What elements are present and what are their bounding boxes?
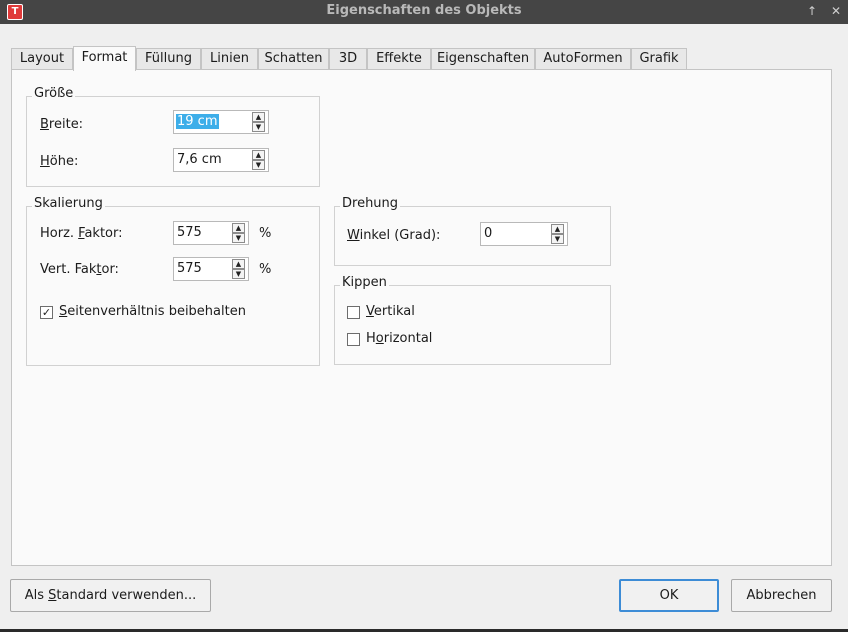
width-spinbox[interactable]: 19 cm ▲ ▼: [173, 110, 269, 134]
size-group-title: Größe: [32, 86, 76, 101]
format-panel: Größe Breite: 19 cm ▲ ▼ Höhe: 7,6 cm ▲ ▼…: [11, 69, 832, 566]
flip-vertical-label[interactable]: Vertikal: [366, 304, 415, 319]
horz-factor-unit: %: [259, 226, 272, 241]
close-icon[interactable]: ✕: [828, 3, 844, 19]
angle-spinbox[interactable]: 0 ▲ ▼: [480, 222, 568, 246]
tab-3d[interactable]: 3D: [329, 48, 367, 70]
rotation-group-title: Drehung: [340, 196, 401, 211]
width-label: Breite:: [40, 117, 84, 132]
horz-factor-decrement-icon[interactable]: ▼: [232, 233, 245, 243]
width-increment-icon[interactable]: ▲: [252, 112, 265, 122]
angle-increment-icon[interactable]: ▲: [551, 224, 564, 234]
tab-schatten[interactable]: Schatten: [258, 48, 329, 70]
angle-value: 0: [484, 226, 493, 241]
scaling-group-title: Skalierung: [32, 196, 105, 211]
angle-label: Winkel (Grad):: [347, 228, 441, 243]
ok-button[interactable]: OK: [619, 579, 719, 612]
keep-above-icon[interactable]: ↑: [804, 3, 820, 19]
vert-factor-increment-icon[interactable]: ▲: [232, 259, 245, 269]
flip-vertical-checkbox[interactable]: [347, 306, 360, 319]
vert-factor-label: Vert. Faktor:: [40, 262, 119, 277]
angle-decrement-icon[interactable]: ▼: [551, 234, 564, 244]
height-decrement-icon[interactable]: ▼: [252, 160, 265, 170]
width-value: 19 cm: [176, 114, 219, 129]
vert-factor-decrement-icon[interactable]: ▼: [232, 269, 245, 279]
height-increment-icon[interactable]: ▲: [252, 150, 265, 160]
height-label: Höhe:: [40, 154, 79, 169]
size-group: Größe Breite: 19 cm ▲ ▼ Höhe: 7,6 cm ▲ ▼: [26, 86, 320, 187]
horz-factor-increment-icon[interactable]: ▲: [232, 223, 245, 233]
tab-eigenschaften[interactable]: Eigenschaften: [431, 48, 535, 70]
cancel-button[interactable]: Abbrechen: [731, 579, 832, 612]
tab-fuellung[interactable]: Füllung: [136, 48, 201, 70]
set-default-button[interactable]: Als Standard verwenden...: [10, 579, 211, 612]
keep-ratio-checkbox[interactable]: ✓: [40, 306, 53, 319]
height-value: 7,6 cm: [177, 152, 222, 167]
window-title: Eigenschaften des Objekts: [326, 3, 522, 18]
horz-factor-value: 575: [177, 225, 202, 240]
tab-format[interactable]: Format: [73, 46, 136, 71]
scaling-group: Skalierung Horz. Faktor: 575 ▲ ▼ % Vert.…: [26, 196, 320, 366]
tab-autoformen[interactable]: AutoFormen: [535, 48, 631, 70]
tab-effekte[interactable]: Effekte: [367, 48, 431, 70]
flip-horizontal-checkbox[interactable]: [347, 333, 360, 346]
horz-factor-label: Horz. Faktor:: [40, 226, 123, 241]
title-bar: T Eigenschaften des Objekts ↑ ✕: [0, 0, 848, 24]
flip-group-title: Kippen: [340, 275, 389, 290]
horz-factor-spinbox[interactable]: 575 ▲ ▼: [173, 221, 249, 245]
width-decrement-icon[interactable]: ▼: [252, 122, 265, 132]
vert-factor-unit: %: [259, 262, 272, 277]
vert-factor-spinbox[interactable]: 575 ▲ ▼: [173, 257, 249, 281]
vert-factor-value: 575: [177, 261, 202, 276]
tab-layout[interactable]: Layout: [11, 48, 73, 70]
flip-group: Kippen Vertikal Horizontal: [334, 275, 611, 365]
rotation-group: Drehung Winkel (Grad): 0 ▲ ▼: [334, 196, 611, 266]
height-spinbox[interactable]: 7,6 cm ▲ ▼: [173, 148, 269, 172]
tab-linien[interactable]: Linien: [201, 48, 258, 70]
keep-ratio-label[interactable]: Seitenverhältnis beibehalten: [59, 304, 246, 319]
flip-horizontal-label[interactable]: Horizontal: [366, 331, 432, 346]
tab-grafik[interactable]: Grafik: [631, 48, 687, 70]
